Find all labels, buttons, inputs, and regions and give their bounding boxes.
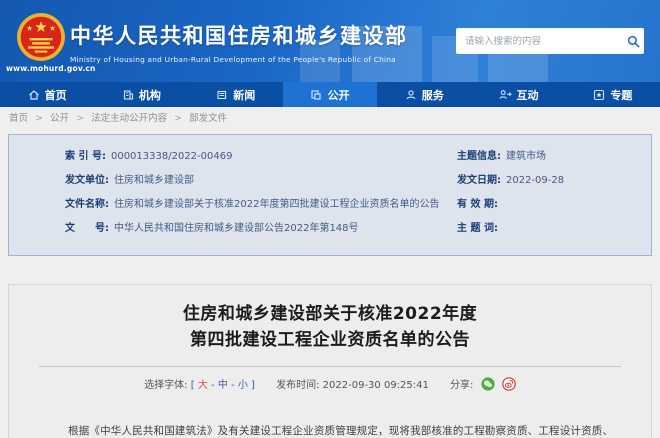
search-input[interactable] <box>456 36 622 47</box>
article-title: 住房和城乡建设部关于核准2022年度 第四批建设工程企业资质名单的公告 <box>9 301 651 353</box>
article-title-line1: 住房和城乡建设部关于核准2022年度 <box>9 301 651 327</box>
info-label: 有 效 期: <box>457 198 498 212</box>
breadcrumb-current-page: 部发文件 <box>189 113 227 124</box>
share-group: 分享: <box>450 380 516 391</box>
wechat-share-icon[interactable] <box>481 377 495 394</box>
nav-tab-interaction[interactable]: 互动 <box>471 82 565 107</box>
font-size-small-button[interactable]: 小 <box>238 380 248 391</box>
title-divider <box>39 366 621 367</box>
bracket: ] <box>251 380 255 391</box>
info-value: 建筑市场 <box>506 150 546 164</box>
bracket: [ <box>191 380 195 391</box>
separator: - <box>211 380 215 391</box>
info-value: 000013338/2022-00469 <box>111 150 233 164</box>
document-info-panel: 索 引 号: 000013338/2022-00469 发文单位: 住房和城乡建… <box>8 134 652 256</box>
article-title-line2: 第四批建设工程企业资质名单的公告 <box>9 327 651 353</box>
article-body-paragraph: 根据《中华人民共和国建筑法》及有关建设工程企业资质管理规定，现将我部核准的工程勘… <box>47 419 613 438</box>
disclosure-icon <box>310 89 322 101</box>
info-label: 主题信息: <box>457 150 501 164</box>
nav-tab-news[interactable]: 新闻 <box>189 82 283 107</box>
info-row-topic: 主题信息: 建筑市场 <box>457 150 651 164</box>
nav-tab-label: 新闻 <box>233 87 255 103</box>
nav-tab-label: 专题 <box>610 87 632 103</box>
home-icon <box>28 89 40 101</box>
nav-tab-topics[interactable]: 专题 <box>566 82 660 107</box>
nav-tab-label: 首页 <box>45 87 67 103</box>
nav-tab-label: 机构 <box>139 87 161 103</box>
breadcrumb-separator: > <box>174 113 182 124</box>
article-panel: 住房和城乡建设部关于核准2022年度 第四批建设工程企业资质名单的公告 选择字体… <box>8 284 652 438</box>
breadcrumb: 首页 > 公开 > 法定主动公开内容 > 部发文件 <box>0 107 660 131</box>
breadcrumb-home[interactable]: 首页 <box>9 113 28 124</box>
site-banner: www.mohurd.gov.cn 中华人民共和国住房和城乡建设部 Minist… <box>0 0 660 82</box>
weibo-share-icon[interactable] <box>502 377 516 394</box>
search-icon[interactable] <box>622 35 644 48</box>
star-badge-icon <box>593 89 605 101</box>
building-icon <box>122 89 134 101</box>
nav-tab-services[interactable]: 服务 <box>377 82 471 107</box>
info-label: 发文日期: <box>457 174 501 188</box>
font-size-large-button[interactable]: 大 <box>198 380 208 391</box>
search-bar <box>456 28 644 54</box>
info-row-issue-date: 发文日期: 2022-09-28 <box>457 174 651 188</box>
font-selector-label: 选择字体: <box>144 380 187 391</box>
info-row-keywords: 主 题 词: <box>457 222 651 236</box>
person-icon <box>405 89 417 101</box>
publish-time-value: 2022-09-30 09:25:41 <box>323 380 429 391</box>
info-value: 住房和城乡建设部 <box>114 174 194 188</box>
interaction-icon <box>499 89 512 101</box>
news-icon <box>216 89 228 101</box>
font-size-selector: 选择字体: [ 大 - 中 - 小 ] <box>144 380 258 391</box>
info-label: 主 题 词: <box>457 222 498 236</box>
publish-time-label: 发布时间: <box>276 380 319 391</box>
info-row-document-title: 文件名称: 住房和城乡建设部关于核准2022年度第四批建设工程企业资质名单的公告 <box>65 198 457 212</box>
article-meta-bar: 选择字体: [ 大 - 中 - 小 ] 发布时间: 2022-09-30 09:… <box>9 376 651 394</box>
info-value: 中华人民共和国住房和城乡建设部公告2022年第148号 <box>114 222 359 236</box>
info-label: 发文单位: <box>65 174 109 188</box>
nav-tab-organization[interactable]: 机构 <box>94 82 188 107</box>
info-row-issuing-unit: 发文单位: 住房和城乡建设部 <box>65 174 457 188</box>
nav-tab-label: 公开 <box>327 87 349 103</box>
info-label: 文 号: <box>65 222 109 236</box>
font-size-medium-button[interactable]: 中 <box>218 380 228 391</box>
info-value: 住房和城乡建设部关于核准2022年度第四批建设工程企业资质名单的公告 <box>114 198 439 212</box>
nav-tab-home[interactable]: 首页 <box>0 82 94 107</box>
national-emblem-logo <box>16 12 66 62</box>
share-label: 分享: <box>450 380 473 391</box>
info-value: 2022-09-28 <box>506 174 564 188</box>
separator: - <box>231 380 235 391</box>
info-row-validity: 有 效 期: <box>457 198 651 212</box>
breadcrumb-separator: > <box>76 113 84 124</box>
info-label: 索 引 号: <box>65 150 106 164</box>
info-row-document-number: 文 号: 中华人民共和国住房和城乡建设部公告2022年第148号 <box>65 222 457 236</box>
nav-tab-label: 互动 <box>517 87 539 103</box>
site-title-english: Ministry of Housing and Urban-Rural Deve… <box>70 55 408 64</box>
info-label: 文件名称: <box>65 198 109 212</box>
main-navigation: 首页 机构 新闻 公开 服务 <box>0 82 660 107</box>
nav-tab-disclosure[interactable]: 公开 <box>283 82 377 107</box>
breadcrumb-statutory-content[interactable]: 法定主动公开内容 <box>91 113 167 124</box>
info-row-index-number: 索 引 号: 000013338/2022-00469 <box>65 150 457 164</box>
breadcrumb-disclosure[interactable]: 公开 <box>50 113 69 124</box>
site-url: www.mohurd.gov.cn <box>6 64 80 73</box>
breadcrumb-separator: > <box>35 113 43 124</box>
publish-time-group: 发布时间: 2022-09-30 09:25:41 <box>276 380 432 391</box>
site-title-chinese: 中华人民共和国住房和城乡建设部 <box>70 20 408 50</box>
nav-tab-label: 服务 <box>422 87 444 103</box>
